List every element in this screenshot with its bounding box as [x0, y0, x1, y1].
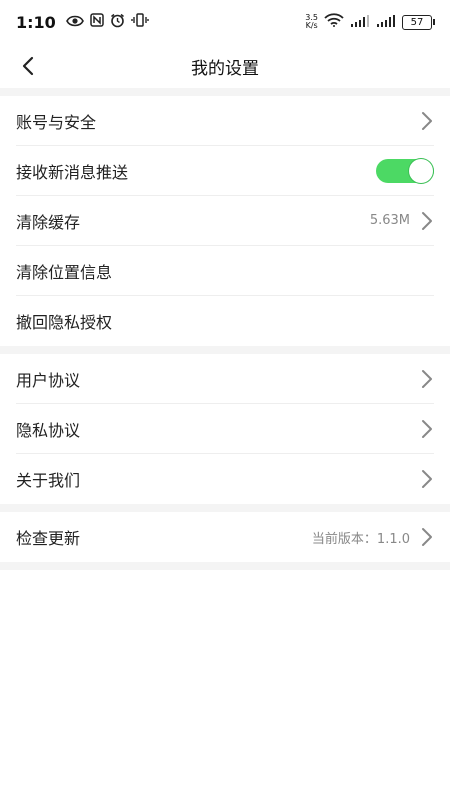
signal-icon-2 [376, 13, 396, 31]
row-account-security[interactable]: 账号与安全 [16, 96, 434, 146]
vibrate-icon [131, 13, 149, 31]
row-clear-cache[interactable]: 清除缓存 5.63M [16, 196, 434, 246]
section-divider [0, 504, 450, 512]
row-label: 撤回隐私授权 [16, 313, 113, 332]
status-bar: 1:10 3.5 K/s 57 [0, 0, 450, 44]
row-label: 清除位置信息 [16, 262, 113, 282]
row-about-us[interactable]: 关于我们 [16, 454, 434, 504]
row-label: 检查更新 [16, 529, 81, 548]
settings-section-update: 检查更新 当前版本：1.1.0 [0, 512, 450, 562]
nfc-icon [90, 13, 104, 31]
row-push-notifications: 接收新消息推送 [16, 146, 434, 196]
back-button[interactable] [14, 52, 42, 80]
wifi-icon [324, 13, 344, 31]
row-clear-location[interactable]: 清除位置信息 [16, 246, 434, 296]
section-divider [0, 346, 450, 354]
row-label: 账号与安全 [16, 112, 97, 132]
network-speed: 3.5 K/s [305, 14, 318, 30]
settings-section-account: 账号与安全 接收新消息推送 清除缓存 5.63M 清除位置信息 撤回隐私授权 [0, 96, 450, 346]
chevron-left-icon [22, 56, 34, 76]
toggle-knob [409, 158, 433, 183]
page-title: 我的设置 [191, 58, 259, 79]
chevron-right-icon [422, 419, 432, 438]
signal-icon [350, 13, 370, 31]
network-speed-unit: K/s [305, 21, 318, 30]
row-revoke-privacy[interactable]: 撤回隐私授权 [16, 296, 434, 346]
row-label: 关于我们 [16, 471, 81, 490]
push-toggle[interactable] [376, 158, 434, 183]
row-label: 接收新消息推送 [16, 162, 129, 182]
section-divider [0, 562, 450, 570]
row-label: 用户协议 [16, 370, 81, 390]
section-divider [0, 88, 450, 96]
row-user-agreement[interactable]: 用户协议 [16, 354, 434, 404]
alarm-icon [110, 13, 125, 32]
row-check-update[interactable]: 检查更新 当前版本：1.1.0 [16, 512, 434, 562]
eye-icon [65, 13, 84, 31]
row-privacy-agreement[interactable]: 隐私协议 [16, 404, 434, 454]
status-time: 1:10 [16, 12, 56, 32]
chevron-right-icon [422, 211, 432, 230]
chevron-right-icon [422, 369, 432, 388]
chevron-right-icon [422, 528, 432, 546]
battery-icon: 57 [402, 14, 435, 30]
row-label: 隐私协议 [16, 420, 81, 440]
settings-section-about: 用户协议 隐私协议 关于我们 [0, 354, 450, 504]
nav-bar: 我的设置 [0, 44, 450, 88]
battery-level: 57 [410, 16, 424, 28]
status-left: 1:10 [16, 13, 149, 32]
row-label: 清除缓存 [16, 212, 81, 232]
chevron-right-icon [422, 470, 432, 488]
chevron-right-icon [422, 111, 432, 130]
cache-size: 5.63M [369, 213, 410, 228]
current-version: 当前版本：1.1.0 [311, 531, 410, 547]
status-right: 3.5 K/s 57 [305, 13, 435, 31]
